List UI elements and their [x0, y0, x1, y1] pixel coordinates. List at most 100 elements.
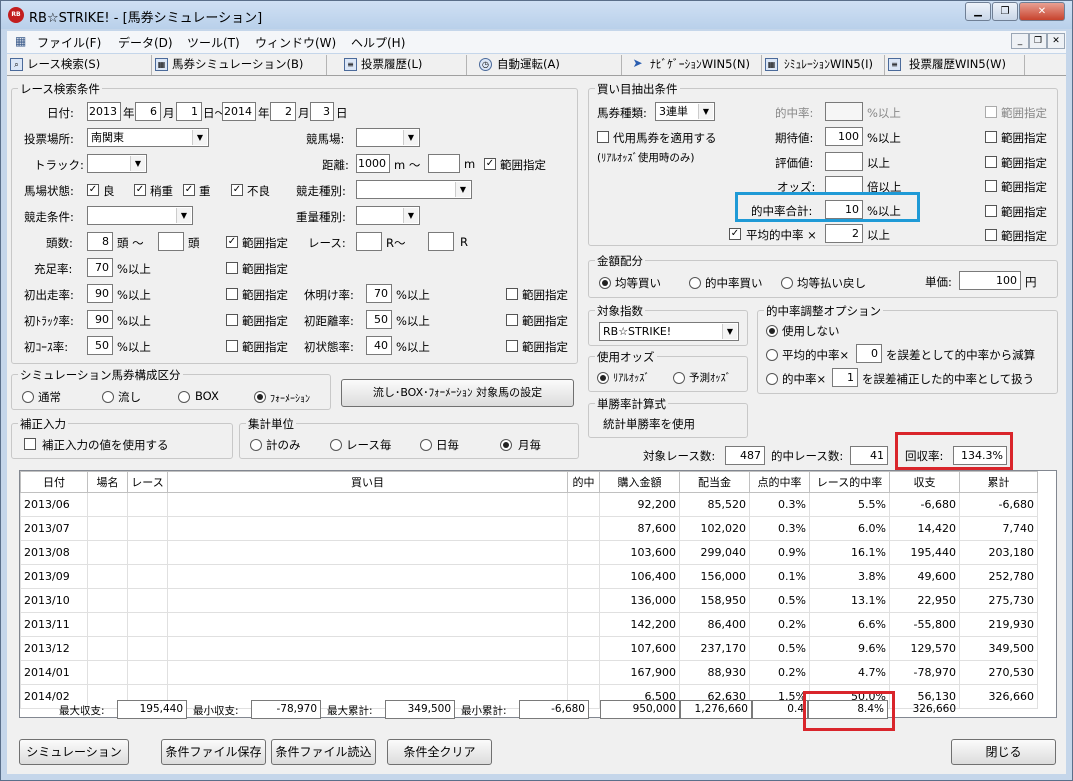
weight-select[interactable]: ▼: [356, 206, 420, 225]
nagashi-radio[interactable]: [102, 391, 114, 403]
first-course-input[interactable]: 50: [87, 336, 113, 355]
table-row[interactable]: 2014/01 167,900 88,930 0.2% 4.7% -78,970 270,5…: [20, 660, 1038, 685]
avg-hit-input[interactable]: 2: [825, 224, 863, 243]
table-row[interactable]: 2013/08 103,600 299,040 0.9% 16.1% 195,440 203…: [20, 540, 1038, 565]
target-horse-settings-button[interactable]: 流し･BOX･ﾌｫｰﾒｰｼｮﾝ 対象馬の設定: [341, 379, 574, 407]
rest-range-checkbox[interactable]: [506, 288, 518, 300]
tab-race-search[interactable]: ⌕ レース検索(S): [7, 55, 152, 75]
first-track-input[interactable]: 90: [87, 310, 113, 329]
adjust-rate-input[interactable]: 1: [832, 368, 858, 387]
unit-price-input[interactable]: 100: [959, 271, 1021, 290]
hit-rate-range-checkbox[interactable]: [985, 106, 997, 118]
column-header[interactable]: 配当金: [679, 471, 750, 493]
column-header[interactable]: 累計: [959, 471, 1038, 493]
track-select[interactable]: ▼: [356, 128, 420, 147]
mdi-restore-icon[interactable]: ❐: [1029, 33, 1047, 49]
tab-simulation[interactable]: ▦ 馬券シミュレーション(B): [152, 55, 327, 75]
bad-checkbox[interactable]: ✓: [231, 184, 243, 196]
mdi-close-icon[interactable]: ✕: [1047, 33, 1065, 49]
equal-return-radio[interactable]: [781, 277, 793, 289]
from-month-input[interactable]: 6: [135, 102, 161, 121]
menu-data[interactable]: データ(D): [118, 34, 173, 51]
minimize-button[interactable]: ▁: [965, 2, 991, 21]
eval-input[interactable]: [825, 152, 863, 171]
hit-sum-range-checkbox[interactable]: [985, 205, 997, 217]
to-month-input[interactable]: 2: [270, 102, 296, 121]
tab-sim-win5[interactable]: ▦ ｼﾐｭﾚｰｼｮﾝWIN5(I): [762, 55, 885, 75]
column-header[interactable]: 買い目: [167, 471, 568, 493]
menu-file[interactable]: ファイル(F): [37, 34, 101, 51]
column-header[interactable]: 購入金額: [599, 471, 680, 493]
heads-to-input[interactable]: [158, 232, 184, 251]
menu-tool[interactable]: ツール(T): [187, 34, 240, 51]
tab-auto[interactable]: ◷ 自動運転(A): [467, 55, 622, 75]
column-header[interactable]: レース的中率: [809, 471, 890, 493]
slightly-heavy-checkbox[interactable]: ✓: [134, 184, 146, 196]
mdi-minimize-icon[interactable]: _: [1011, 33, 1029, 49]
first-run-range-checkbox[interactable]: [226, 288, 238, 300]
first-run-input[interactable]: 90: [87, 284, 113, 303]
heads-range-checkbox[interactable]: ✓: [226, 236, 238, 248]
heads-from-input[interactable]: 8: [87, 232, 113, 251]
adjust-rate-radio[interactable]: [766, 373, 778, 385]
distance-range-checkbox[interactable]: ✓: [484, 158, 496, 170]
distance-to-input[interactable]: [428, 154, 460, 173]
adjust-avg-input[interactable]: 0: [856, 344, 882, 363]
column-header[interactable]: 日付: [20, 471, 88, 493]
forecast-odds-radio[interactable]: [673, 372, 685, 384]
per-day-radio[interactable]: [420, 439, 432, 451]
save-conditions-button[interactable]: 条件ファイル保存: [161, 739, 266, 765]
course-select[interactable]: ▼: [87, 154, 147, 173]
per-race-radio[interactable]: [330, 439, 342, 451]
race-from-input[interactable]: [356, 232, 382, 251]
table-row[interactable]: 2013/10 136,000 158,950 0.5% 13.1% 22,950 275,…: [20, 588, 1038, 613]
bet-type-select[interactable]: 3連単 ▼: [655, 102, 715, 121]
tab-history[interactable]: ≡ 投票履歴(L): [327, 55, 467, 75]
menu-help[interactable]: ヘルプ(H): [351, 34, 405, 51]
box-radio[interactable]: [178, 391, 190, 403]
table-row[interactable]: 2013/09 106,400 156,000 0.1% 3.8% 49,600 252,7…: [20, 564, 1038, 589]
first-state-input[interactable]: 40: [366, 336, 392, 355]
column-header[interactable]: 的中: [567, 471, 600, 493]
real-odds-radio[interactable]: [597, 372, 609, 384]
first-course-range-checkbox[interactable]: [226, 340, 238, 352]
race-cond-select[interactable]: ▼: [87, 206, 193, 225]
expect-range-checkbox[interactable]: [985, 131, 997, 143]
close-button[interactable]: 閉じる: [951, 739, 1056, 765]
rest-input[interactable]: 70: [366, 284, 392, 303]
first-dist-range-checkbox[interactable]: [506, 314, 518, 326]
menu-window[interactable]: ウィンドウ(W): [255, 34, 336, 51]
odds-range-checkbox[interactable]: [985, 180, 997, 192]
good-checkbox[interactable]: ✓: [87, 184, 99, 196]
table-row[interactable]: 2013/11 142,200 86,400 0.2% 6.6% -55,800 219,9…: [20, 612, 1038, 637]
restore-button[interactable]: ❐: [992, 2, 1018, 21]
correction-checkbox[interactable]: [24, 438, 36, 450]
per-month-radio[interactable]: [500, 439, 512, 451]
close-window-button[interactable]: ✕: [1019, 2, 1065, 21]
column-header[interactable]: 場名: [87, 471, 128, 493]
simulate-button[interactable]: シミュレーション: [19, 739, 129, 765]
equal-buy-radio[interactable]: [599, 277, 611, 289]
table-row[interactable]: 2013/07 87,600 102,020 0.3% 6.0% 14,420 7,740: [20, 516, 1038, 541]
table-row[interactable]: 2013/12 107,600 237,170 0.5% 9.6% 129,570 349,…: [20, 636, 1038, 661]
eval-range-checkbox[interactable]: [985, 156, 997, 168]
expect-input[interactable]: 100: [825, 127, 863, 146]
to-year-input[interactable]: 2014: [222, 102, 256, 121]
avg-hit-checkbox[interactable]: ✓: [729, 228, 741, 240]
clear-conditions-button[interactable]: 条件全クリア: [387, 739, 492, 765]
target-index-select[interactable]: RB☆STRIKE! ▼: [599, 322, 739, 341]
from-year-input[interactable]: 2013: [87, 102, 121, 121]
column-header[interactable]: レース: [127, 471, 168, 493]
column-header[interactable]: 点的中率: [749, 471, 810, 493]
total-only-radio[interactable]: [250, 439, 262, 451]
adjust-none-radio[interactable]: [766, 325, 778, 337]
from-day-input[interactable]: 1: [176, 102, 202, 121]
tab-nav-win5[interactable]: ➤ ﾅﾋﾞｹﾞｰｼｮﾝWIN5(N): [622, 55, 762, 75]
first-dist-input[interactable]: 50: [366, 310, 392, 329]
venue-select[interactable]: 南関東 ▼: [87, 128, 209, 147]
fill-range-checkbox[interactable]: [226, 262, 238, 274]
distance-from-input[interactable]: 1000: [356, 154, 390, 173]
first-track-range-checkbox[interactable]: [226, 314, 238, 326]
heavy-checkbox[interactable]: ✓: [183, 184, 195, 196]
hit-buy-radio[interactable]: [689, 277, 701, 289]
